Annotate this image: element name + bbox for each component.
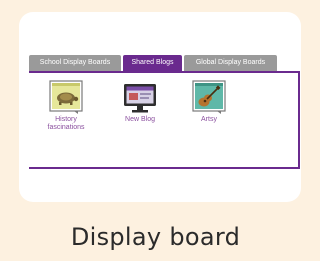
tab-global-display-boards[interactable]: Global Display Boards: [184, 55, 277, 71]
guitar-poster-icon: [192, 80, 226, 114]
tab-school-display-boards[interactable]: School Display Boards: [29, 55, 121, 71]
blog-label: History fascinations: [47, 116, 85, 131]
display-board-title: Display board: [70, 223, 241, 251]
monitor-icon: [124, 84, 156, 113]
display-board-card[interactable]: School Display Boards Shared Blogs Globa…: [19, 12, 301, 202]
blog-item-new-blog[interactable]: New Blog: [115, 82, 165, 124]
turtle-poster-icon: [49, 80, 83, 114]
blog-item-history-fascinations[interactable]: History fascinations: [41, 80, 91, 132]
blog-label: Artsy: [201, 116, 217, 123]
blog-label: New Blog: [125, 116, 155, 123]
blogs-panel: History fascinations New Blog Artsy: [29, 71, 300, 169]
tab-shared-blogs[interactable]: Shared Blogs: [123, 55, 182, 71]
blog-item-artsy[interactable]: Artsy: [184, 80, 234, 124]
